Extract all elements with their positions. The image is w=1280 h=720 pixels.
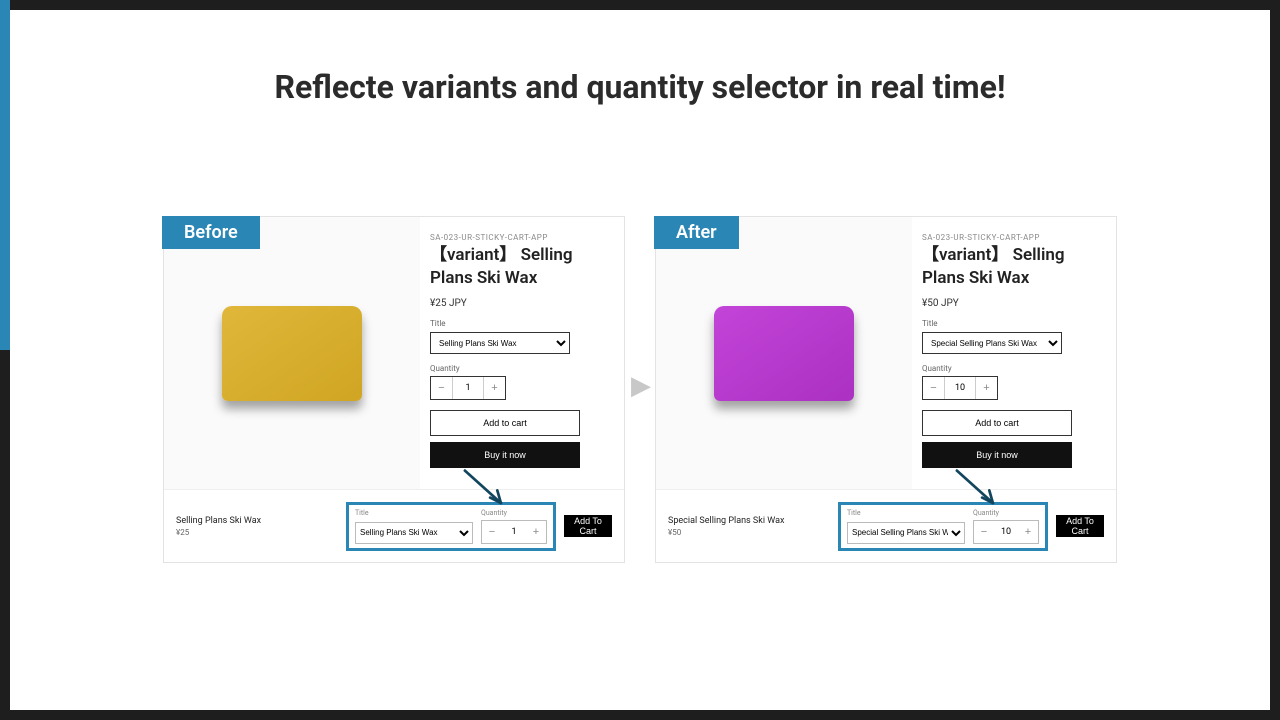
buy-now-button[interactable]: Buy it now (430, 442, 580, 468)
qty-minus[interactable]: − (923, 377, 945, 399)
tag-after: After (654, 216, 739, 249)
sku: SA-023-UR-STICKY-CART-APP (922, 233, 1098, 242)
sticky-title-label: Title (847, 509, 965, 517)
sticky-variant-select[interactable]: Special Selling Plans Ski Wax (847, 522, 965, 544)
sticky-qty-plus[interactable]: + (526, 521, 546, 543)
sticky-title-label: Title (355, 509, 473, 517)
qty-value: 10 (945, 383, 975, 393)
quantity-stepper: − 1 + (430, 376, 506, 400)
add-to-cart-button[interactable]: Add to cart (430, 410, 580, 436)
wax-icon (222, 306, 362, 401)
sticky-qty-label: Quantity (481, 509, 547, 517)
page-title: Reflecte variants and quantity selector … (10, 68, 1270, 106)
sticky-add-to-cart-button[interactable]: Add To Cart (1056, 515, 1104, 537)
sticky-product-price: ¥25 (176, 528, 346, 537)
sticky-product-name: Special Selling Plans Ski Wax (668, 516, 838, 526)
sticky-add-to-cart-button[interactable]: Add To Cart (564, 515, 612, 537)
sticky-cart-before: Selling Plans Ski Wax ¥25 Title Selling … (164, 489, 624, 562)
sticky-qty-plus[interactable]: + (1018, 521, 1038, 543)
sticky-qty-stepper: − 1 + (481, 520, 547, 544)
sticky-qty-minus[interactable]: − (974, 521, 994, 543)
product-price: ¥25 JPY (430, 298, 606, 309)
presentation-frame: Reflecte variants and quantity selector … (0, 0, 1280, 720)
chevron-right-icon: ▶ (631, 371, 651, 401)
sticky-qty-value: 10 (994, 527, 1018, 537)
buy-now-button[interactable]: Buy it now (922, 442, 1072, 468)
qty-value: 1 (453, 383, 483, 393)
product-image-before (164, 217, 420, 489)
qty-minus[interactable]: − (431, 377, 453, 399)
quantity-label: Quantity (430, 364, 606, 373)
product-image-after (656, 217, 912, 489)
variant-select[interactable]: Selling Plans Ski Wax (430, 332, 570, 354)
sticky-qty-stepper: − 10 + (973, 520, 1039, 544)
tag-before: Before (162, 216, 260, 249)
panel-before: Before SA-023-UR-STICKY-CART-APP 【varian… (163, 216, 625, 563)
wax-icon (714, 306, 854, 401)
quantity-stepper: − 10 + (922, 376, 998, 400)
qty-plus[interactable]: + (483, 377, 505, 399)
page-surface: Reflecte variants and quantity selector … (10, 10, 1270, 710)
add-to-cart-button[interactable]: Add to cart (922, 410, 1072, 436)
title-label: Title (430, 319, 606, 328)
product-title: 【variant】 Selling Plans Ski Wax (922, 244, 1098, 290)
sticky-product-name: Selling Plans Ski Wax (176, 516, 346, 526)
product-price: ¥50 JPY (922, 298, 1098, 309)
qty-plus[interactable]: + (975, 377, 997, 399)
sticky-qty-label: Quantity (973, 509, 1039, 517)
sticky-cart-after: Special Selling Plans Ski Wax ¥50 Title … (656, 489, 1116, 562)
sticky-variant-select[interactable]: Selling Plans Ski Wax (355, 522, 473, 544)
sku: SA-023-UR-STICKY-CART-APP (430, 233, 606, 242)
panel-after: After SA-023-UR-STICKY-CART-APP 【variant… (655, 216, 1117, 563)
sticky-qty-value: 1 (502, 527, 526, 537)
title-label: Title (922, 319, 1098, 328)
sticky-qty-minus[interactable]: − (482, 521, 502, 543)
quantity-label: Quantity (922, 364, 1098, 373)
variant-select[interactable]: Special Selling Plans Ski Wax (922, 332, 1062, 354)
product-title: 【variant】 Selling Plans Ski Wax (430, 244, 606, 290)
sticky-product-price: ¥50 (668, 528, 838, 537)
